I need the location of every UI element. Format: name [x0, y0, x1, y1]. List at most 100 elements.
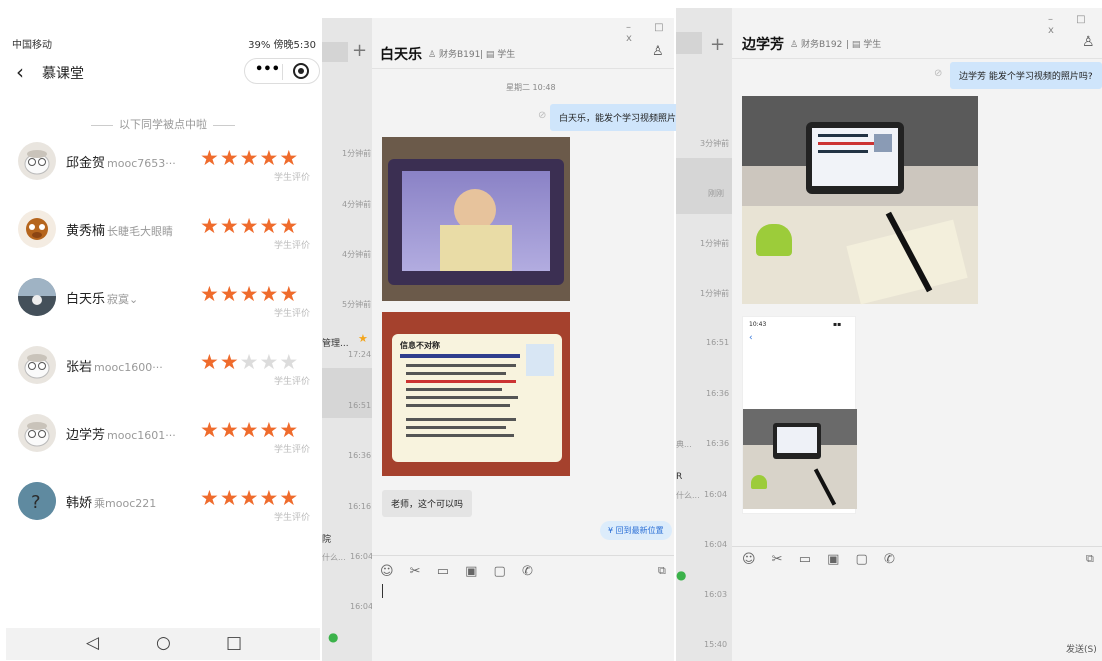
profile-icon[interactable]: ♙ [1082, 34, 1095, 50]
capsule-divider [282, 64, 283, 80]
rating-label: 学生评价 [274, 241, 311, 251]
role-tag: | ▤ 学生 [846, 40, 882, 50]
conversation-time: 16:04 [704, 490, 728, 499]
student-nickname: 乘mooc221 [94, 497, 157, 510]
student-row[interactable]: 黄秀楠 长睫毛大眼睛 ★★★★★ 学生评价 [6, 202, 320, 262]
app-icon: ● [328, 630, 339, 644]
window-controls[interactable]: – □ x [626, 22, 674, 44]
conversation-time: 16:36 [348, 451, 372, 460]
conversation-time: 16:36 [706, 439, 730, 448]
chat-photo[interactable] [382, 137, 570, 301]
chat-photo[interactable] [742, 96, 978, 305]
status-text: 10:43 [749, 321, 767, 328]
conversation-list-1: 1分钟前 4分钟前 4分钟前 5分钟前 管理... ★ 17:24 16:51 … [322, 18, 374, 661]
student-row[interactable]: ? 韩娇 乘mooc221 ★★★★★ 学生评价 [6, 474, 320, 534]
conversation-time: 16:04 [704, 540, 728, 549]
avatar [18, 210, 56, 248]
more-button[interactable]: ••• [255, 62, 280, 77]
rating-label: 学生评价 [274, 377, 311, 387]
chat-toolbar[interactable]: ☺ ✂ ▭ ▣ ▢ ✆ [380, 564, 539, 579]
avatar [18, 278, 56, 316]
conversation-time: 16:51 [706, 338, 730, 347]
avatar [18, 346, 56, 384]
close-target-icon[interactable] [293, 63, 309, 79]
student-nickname: mooc1601··· [107, 429, 176, 442]
star-rating[interactable]: ★★★★★ [200, 214, 299, 238]
carrier-text: 中国移动 [12, 40, 52, 51]
class-tag: ♙ 财务B192 [790, 40, 843, 50]
student-name: 黄秀楠 长睫毛大眼睛 [66, 224, 174, 239]
star-icon: ★ [358, 332, 368, 345]
divider [372, 68, 674, 69]
rating-label: 学生评价 [274, 309, 311, 319]
role-tag: | ▤ 学生 [480, 50, 516, 60]
star-rating[interactable]: ★★★★★ [200, 350, 299, 374]
chat-toolbar[interactable]: ☺ ✂ ▭ ▣ ▢ ✆ [742, 552, 901, 567]
student-row[interactable]: 张岩 mooc1600··· ★★★★★ 学生评价 [6, 338, 320, 398]
conversation-time: 刚刚 [708, 189, 724, 198]
student-name: 邱金贺 mooc7653··· [66, 156, 176, 171]
student-name: 张岩 mooc1600··· [66, 360, 163, 375]
star-rating[interactable]: ★★★★★ [200, 418, 299, 442]
chat-photo[interactable]: 信息不对称 [382, 312, 570, 476]
screenshot-icon[interactable]: ⧉ [658, 564, 666, 578]
conversation-time: 16:36 [706, 389, 730, 398]
add-conversation-icon[interactable]: + [352, 40, 367, 61]
outgoing-message: 边学芳 能发个学习视频的照片吗? [950, 62, 1102, 89]
conversation-time: 17:24 [348, 350, 372, 359]
avatar: ? [18, 482, 56, 520]
back-arrow-icon[interactable]: ‹ [16, 60, 24, 84]
student-row[interactable]: 白天乐 寂寞⌄ ★★★★★ 学生评价 [6, 270, 320, 330]
read-check-icon: ⊘ [934, 68, 943, 79]
status-bar: 中国移动 39% 傍晚5:30 [6, 30, 320, 52]
rating-label: 学生评价 [274, 513, 311, 523]
nav-back-icon[interactable]: ◁ [86, 633, 99, 653]
student-row[interactable]: 邱金贺 mooc7653··· ★★★★★ 学生评价 [6, 134, 320, 194]
conversation-snippet: 什么... [676, 491, 700, 500]
student-name: 韩娇 乘mooc221 [66, 496, 157, 511]
mini-program-capsule: ••• [244, 58, 320, 84]
send-button[interactable]: 发送(S) [1066, 642, 1097, 655]
conversation-time: 16:04 [350, 552, 374, 561]
conversation-list-2: 3分钟前 刚刚 1分钟前 1分钟前 16:51 16:36 典... 16:36… [676, 8, 732, 661]
message-timestamp: 星期二 10:48 [506, 83, 556, 92]
conversation-snippet: 典... [676, 440, 692, 449]
conversation-time: 1分钟前 [700, 289, 730, 298]
conversation-snippet: 管理... [322, 339, 349, 349]
student-nickname: mooc1600··· [94, 361, 163, 374]
conversation-time: 3分钟前 [700, 139, 730, 148]
conversation-time: 16:16 [348, 502, 372, 511]
nav-home-icon[interactable]: ○ [156, 633, 171, 653]
star-rating[interactable]: ★★★★★ [200, 486, 299, 510]
screenshot-icon[interactable]: ⧉ [1086, 552, 1094, 566]
student-row[interactable]: 边学芳 mooc1601··· ★★★★★ 学生评价 [6, 406, 320, 466]
avatar [18, 414, 56, 452]
app-header: ‹ 慕课堂 ••• [6, 56, 320, 86]
conversation-time: 16:04 [350, 602, 374, 611]
jump-to-latest-button[interactable]: ¥ 回到最新位置 [600, 521, 672, 540]
chat-screenshot[interactable]: 10:43 ▪▪ ‹ [742, 316, 857, 514]
selected-conversation[interactable] [322, 368, 372, 418]
window-controls[interactable]: – □ x [1048, 14, 1102, 36]
battery-time-text: 39% 傍晚5:30 [248, 40, 316, 51]
conversation-time: 16:03 [704, 590, 728, 599]
star-rating[interactable]: ★★★★★ [200, 146, 299, 170]
search-input[interactable] [322, 42, 348, 62]
conversation-time: 4分钟前 [342, 250, 372, 259]
slide-title: 信息不对称 [400, 341, 440, 350]
app-icon: ● [676, 568, 687, 582]
conversation-snippet: R [676, 472, 683, 482]
conversation-time: 1分钟前 [342, 149, 372, 158]
conversation-snippet: 什么... [322, 553, 346, 562]
star-rating[interactable]: ★★★★★ [200, 282, 299, 306]
student-nickname: 寂寞⌄ [107, 293, 139, 306]
nav-recents-icon[interactable]: □ [226, 633, 242, 653]
student-nickname: 长睫毛大眼睛 [107, 225, 174, 238]
text-cursor[interactable] [382, 584, 383, 598]
section-subheading: 以下同学被点中啦 [6, 116, 320, 132]
add-conversation-icon[interactable]: + [710, 34, 725, 55]
profile-icon[interactable]: ♙ [652, 44, 664, 59]
selected-conversation[interactable] [676, 158, 732, 214]
conversation-snippet: 院 [322, 535, 332, 545]
search-input[interactable] [676, 32, 702, 54]
